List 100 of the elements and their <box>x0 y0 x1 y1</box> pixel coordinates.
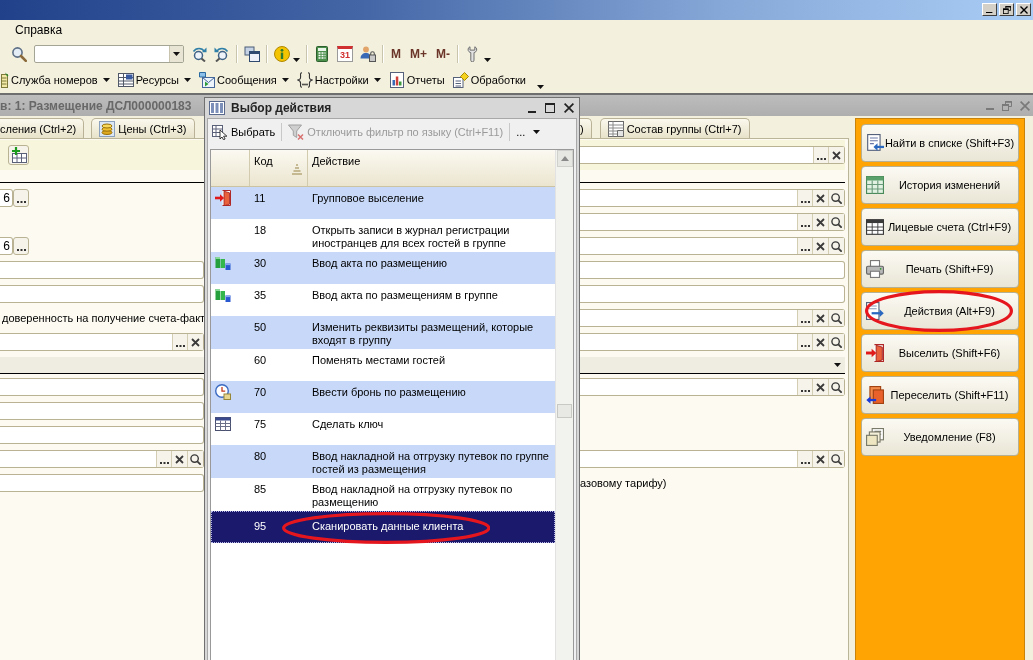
input-field[interactable] <box>0 378 204 396</box>
caret-icon[interactable] <box>834 363 841 367</box>
table-row[interactable]: 85 Ввод накладной на отгрузку путевок по размещению <box>211 478 555 511</box>
input-field[interactable] <box>0 333 204 351</box>
minimize-button[interactable] <box>982 3 997 16</box>
action-button[interactable]: История изменений <box>861 166 1019 204</box>
search-button[interactable] <box>828 451 844 467</box>
column-header[interactable]: Код <box>250 150 308 186</box>
clear-button[interactable] <box>171 451 187 467</box>
search-button[interactable] <box>187 451 203 467</box>
memory-button[interactable]: M+ <box>407 43 430 65</box>
menu-item[interactable]: Справка <box>15 22 63 38</box>
input-field[interactable] <box>580 213 845 231</box>
maximize-button[interactable] <box>545 103 555 113</box>
tab[interactable]: Цены (Ctrl+3) <box>91 118 195 138</box>
toolbar-button[interactable]: Отчеты <box>387 71 446 88</box>
menu-button[interactable]: Сообщения <box>198 71 290 88</box>
memory-button[interactable]: M- <box>433 43 453 65</box>
restore-button[interactable] <box>999 3 1014 16</box>
input-field[interactable]: 6 <box>0 189 13 207</box>
close-button[interactable] <box>564 103 574 113</box>
select-button[interactable] <box>797 190 812 206</box>
action-button[interactable]: Найти в списке (Shift+F3) <box>861 124 1019 162</box>
select-button[interactable] <box>156 451 171 467</box>
action-button[interactable]: Печать (Shift+F9) <box>861 250 1019 288</box>
search-button[interactable] <box>828 238 844 254</box>
select-button[interactable] <box>797 310 812 326</box>
table-row[interactable]: 50 Изменить реквизиты размещений, которые входят в группу <box>211 316 555 349</box>
tab[interactable]: Состав группы (Ctrl+7) <box>599 118 750 138</box>
table-row[interactable]: 35 Ввод акта по размещениям в группе <box>211 284 555 316</box>
menu-button[interactable]: Служба номеров <box>0 71 111 88</box>
input-field[interactable] <box>0 426 204 444</box>
table-row[interactable]: 11 Групповое выселение <box>211 187 555 219</box>
dropdown-button[interactable] <box>169 46 183 62</box>
menu-button[interactable]: Настройки <box>295 71 382 88</box>
clear-button[interactable] <box>187 334 203 350</box>
search-combo-field[interactable] <box>34 45 184 63</box>
clear-button[interactable] <box>828 147 844 163</box>
input-field[interactable] <box>580 450 845 468</box>
menu-button[interactable]: Ресурсы <box>116 71 193 88</box>
input-field[interactable] <box>0 285 204 303</box>
scrollbar[interactable] <box>555 150 573 660</box>
memory-button[interactable]: M <box>388 43 404 65</box>
table-row[interactable]: 75 Сделать ключ <box>211 413 555 445</box>
action-button[interactable]: Уведомление (F8) <box>861 418 1019 456</box>
input-field[interactable] <box>0 450 204 468</box>
input-field[interactable] <box>580 261 845 279</box>
action-button[interactable]: Переселить (Shift+F11) <box>861 376 1019 414</box>
select-button[interactable] <box>797 238 812 254</box>
tab[interactable]: сления (Ctrl+2) <box>0 118 85 138</box>
action-button[interactable]: Лицевые счета (Ctrl+F9) <box>861 208 1019 246</box>
table-row[interactable]: 30 Ввод акта по размещению <box>211 252 555 284</box>
input-field[interactable] <box>580 333 845 351</box>
table-row[interactable]: 70 Ввести бронь по размещению <box>211 381 555 413</box>
input-field[interactable]: 6 <box>0 237 13 255</box>
scroll-up-button[interactable] <box>556 150 573 167</box>
search-button[interactable] <box>828 310 844 326</box>
select-button[interactable] <box>797 379 812 395</box>
input-field[interactable] <box>580 189 845 207</box>
table-row[interactable]: 80 Ввод накладной на отгрузку путевок по группе гостей из размещения <box>211 445 555 478</box>
select-button[interactable] <box>13 237 29 255</box>
select-button[interactable] <box>13 189 29 207</box>
input-field[interactable] <box>0 402 204 420</box>
clear-button[interactable] <box>812 379 828 395</box>
search-button[interactable] <box>828 379 844 395</box>
select-button[interactable] <box>797 214 812 230</box>
add-row-button[interactable] <box>8 145 29 165</box>
overflow-button[interactable] <box>534 83 546 91</box>
select-button[interactable] <box>797 334 812 350</box>
clear-button[interactable] <box>812 451 828 467</box>
table-row[interactable]: 60 Поменять местами гостей <box>211 349 555 381</box>
search-button[interactable] <box>828 334 844 350</box>
input-field[interactable] <box>580 309 845 327</box>
clear-button[interactable] <box>812 190 828 206</box>
input-field[interactable] <box>580 378 845 396</box>
clear-button[interactable] <box>812 334 828 350</box>
clear-button[interactable] <box>812 214 828 230</box>
choose-button[interactable]: Выбрать <box>209 122 279 142</box>
toolbar-button[interactable]: Обработки <box>451 71 527 88</box>
select-button[interactable] <box>813 147 828 163</box>
column-header[interactable]: Действие <box>308 150 555 186</box>
windows-button[interactable] <box>242 43 262 65</box>
table-row[interactable]: 18 Открыть записи в журнал регистрации иностранцев для всех гостей в группе <box>211 219 555 252</box>
search-button[interactable] <box>828 214 844 230</box>
input-field[interactable] <box>580 237 845 255</box>
select-button[interactable] <box>797 451 812 467</box>
action-button[interactable]: Выселить (Shift+F6) <box>861 334 1019 372</box>
input-field[interactable] <box>0 474 204 492</box>
search-button[interactable] <box>828 190 844 206</box>
input-field[interactable] <box>580 285 845 303</box>
input-field[interactable] <box>580 146 845 164</box>
table-cell-text: 95 <box>253 519 268 534</box>
select-button[interactable] <box>172 334 187 350</box>
clear-button[interactable] <box>812 310 828 326</box>
scroll-thumb[interactable] <box>557 404 572 418</box>
info-button[interactable] <box>272 43 302 65</box>
more-button[interactable]: ... <box>513 124 544 140</box>
clear-button[interactable] <box>812 238 828 254</box>
calendar-button[interactable]: 31 <box>335 43 355 65</box>
input-field[interactable] <box>0 261 204 279</box>
